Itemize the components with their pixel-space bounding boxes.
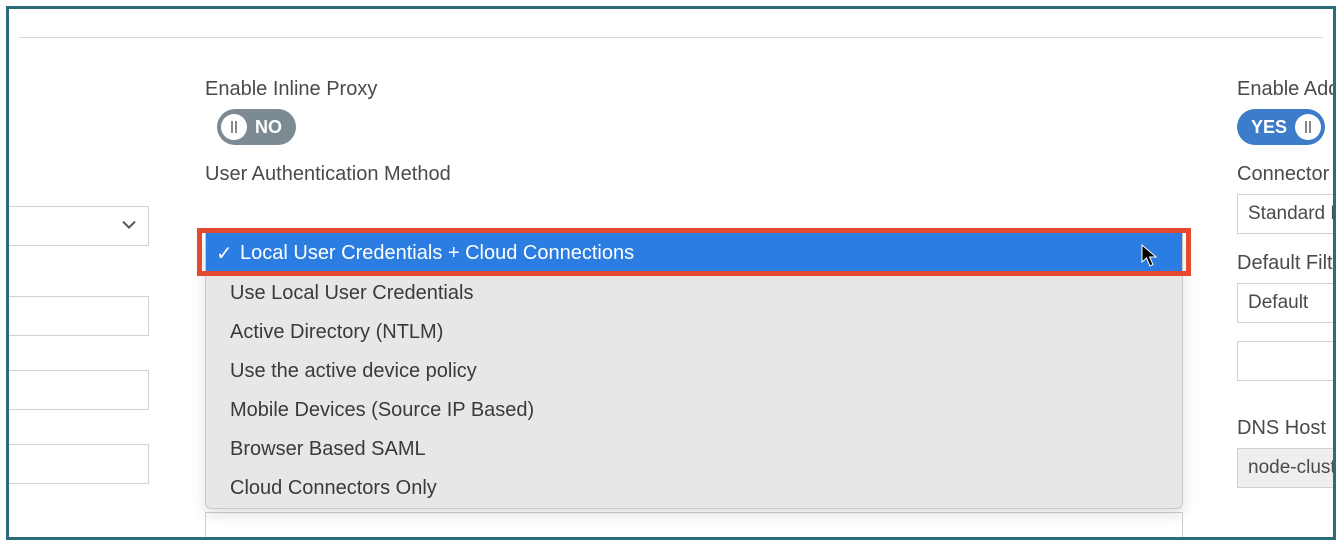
check-icon: ✓ bbox=[216, 241, 232, 266]
auth-method-option-label: Browser Based SAML bbox=[230, 438, 426, 460]
center-column: Enable Inline Proxy NO User Authenticati… bbox=[205, 78, 1185, 194]
auth-method-option-label: Mobile Devices (Source IP Based) bbox=[230, 399, 534, 421]
auth-method-option-label: Use the active device policy bbox=[230, 360, 477, 382]
auth-method-option[interactable]: Mobile Devices (Source IP Based) bbox=[206, 391, 1182, 430]
list-dns-suffixes-input[interactable] bbox=[205, 512, 1183, 540]
enable-addi-toggle[interactable]: YES bbox=[1237, 109, 1325, 145]
auth-method-dropdown[interactable]: ✓ Local User Credentials + Cloud Connect… bbox=[205, 232, 1183, 509]
auth-method-option[interactable]: Use the active device policy bbox=[206, 352, 1182, 391]
dns-host-field: node-cluste bbox=[1237, 448, 1336, 488]
auth-method-option[interactable]: Active Directory (NTLM) bbox=[206, 313, 1182, 352]
enable-inline-proxy-label: Enable Inline Proxy bbox=[205, 78, 1185, 101]
toggle-knob-icon bbox=[221, 114, 247, 140]
screenshot-frame: Enable Inline Proxy NO User Authenticati… bbox=[6, 6, 1336, 540]
enable-inline-proxy-toggle[interactable]: NO bbox=[217, 109, 296, 145]
auth-method-option-selected[interactable]: ✓ Local User Credentials + Cloud Connect… bbox=[206, 233, 1182, 274]
default-filter-label: Default Filte bbox=[1237, 252, 1336, 275]
auth-method-label: User Authentication Method bbox=[205, 163, 1185, 186]
auth-method-option-label: Cloud Connectors Only bbox=[230, 477, 437, 499]
auth-method-option[interactable]: Browser Based SAML bbox=[206, 430, 1182, 469]
auth-method-option-label: Active Directory (NTLM) bbox=[230, 321, 443, 343]
connector-select[interactable]: Standard R bbox=[1237, 194, 1336, 234]
panel: Enable Inline Proxy NO User Authenticati… bbox=[19, 37, 1323, 537]
left-cropped-input-3[interactable] bbox=[6, 444, 149, 484]
connector-value: Standard R bbox=[1248, 203, 1336, 225]
toggle-text: YES bbox=[1251, 117, 1287, 138]
default-filter-value: Default bbox=[1248, 292, 1308, 314]
chevron-down-icon bbox=[122, 218, 136, 232]
dns-host-value: node-cluste bbox=[1248, 457, 1336, 479]
right-extra-input[interactable] bbox=[1237, 341, 1336, 381]
auth-method-option[interactable]: Use Local User Credentials bbox=[206, 274, 1182, 313]
toggle-knob-icon bbox=[1295, 114, 1321, 140]
auth-method-option[interactable]: Cloud Connectors Only bbox=[206, 469, 1182, 508]
left-cropped-input-2[interactable] bbox=[6, 370, 149, 410]
right-column: Enable Addi YES Connector P Standard R D… bbox=[1237, 78, 1336, 488]
toggle-text: NO bbox=[255, 117, 282, 138]
dns-host-label: DNS Host bbox=[1237, 417, 1336, 440]
left-cropped-input-1[interactable] bbox=[6, 296, 149, 336]
left-cropped-select[interactable] bbox=[6, 206, 149, 246]
auth-method-option-label: Local User Credentials + Cloud Connectio… bbox=[240, 242, 634, 265]
enable-addi-label: Enable Addi bbox=[1237, 78, 1336, 101]
connector-label: Connector P bbox=[1237, 163, 1336, 186]
default-filter-select[interactable]: Default bbox=[1237, 283, 1336, 323]
auth-method-option-label: Use Local User Credentials bbox=[230, 282, 473, 304]
